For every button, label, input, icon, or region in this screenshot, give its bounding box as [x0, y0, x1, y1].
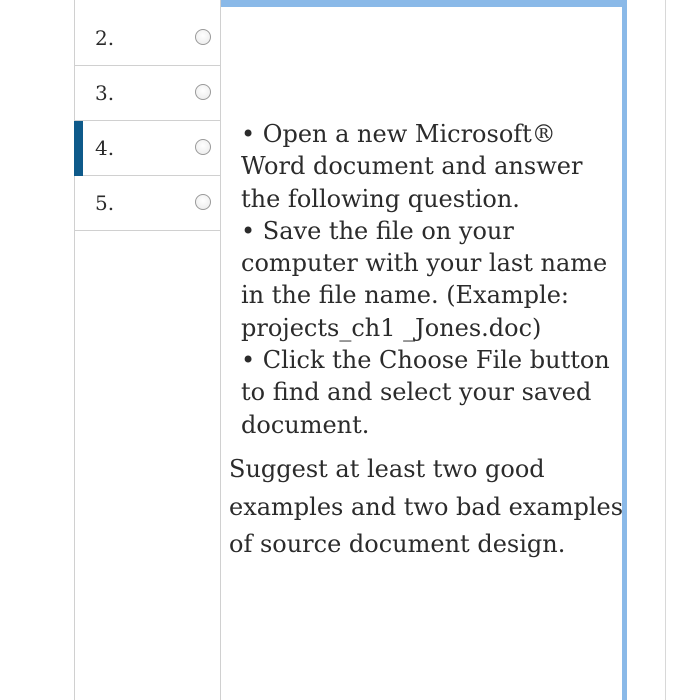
- instruction-item: • Save the file on your computer with yo…: [241, 216, 608, 342]
- question-nav-item-3[interactable]: 3.: [75, 66, 221, 121]
- panel-top-border: [221, 0, 625, 7]
- question-nav-item-5[interactable]: 5.: [75, 176, 221, 231]
- instruction-item: • Open a new Microsoft® Word document an…: [241, 120, 583, 213]
- question-number: 4.: [95, 136, 115, 160]
- radio-icon[interactable]: [195, 139, 211, 155]
- question-nav-item-2[interactable]: 2.: [75, 11, 221, 66]
- question-number: 2.: [95, 26, 115, 50]
- right-divider: [665, 0, 666, 700]
- question-nav-item-4[interactable]: 4.: [74, 121, 221, 176]
- question-text: Suggest at least two good examples and t…: [229, 455, 624, 558]
- question-nav: 2. 3. 4. 5.: [74, 0, 221, 700]
- question-number: 3.: [95, 81, 115, 105]
- radio-icon[interactable]: [195, 84, 211, 100]
- radio-icon[interactable]: [195, 29, 211, 45]
- instructions-list: • Open a new Microsoft® Word document an…: [241, 118, 621, 441]
- radio-icon[interactable]: [195, 194, 211, 210]
- instruction-item: • Click the Choose File button to find a…: [241, 346, 610, 439]
- question-number: 5.: [95, 191, 115, 215]
- question-panel: • Open a new Microsoft® Word document an…: [221, 0, 627, 700]
